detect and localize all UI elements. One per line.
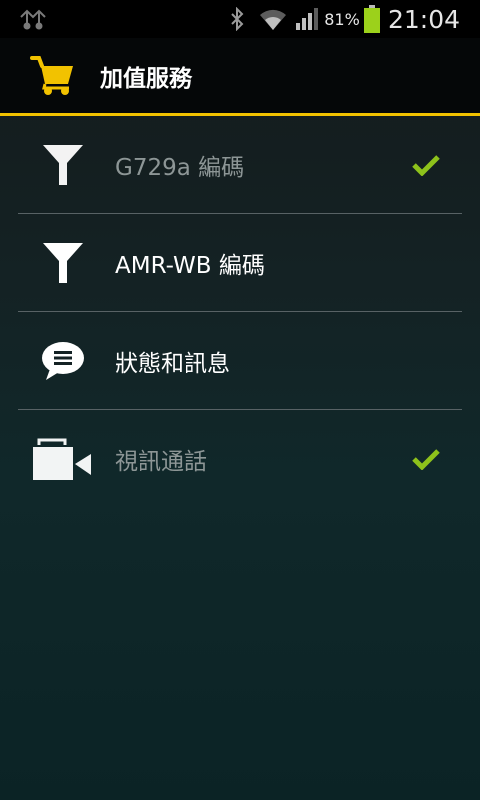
- services-list: G729a 編碼 AMR-WB 編碼 狀態和訊息 視訊通話: [0, 116, 480, 507]
- screen: 81% 21:04 加值服務 G729a 編碼 AMR-WB 編碼 狀態和訊息 …: [0, 0, 480, 800]
- bluetooth-icon: [226, 0, 248, 38]
- usb-icon: [16, 0, 50, 38]
- page-title: 加值服務: [100, 65, 192, 92]
- clock: 21:04: [388, 4, 461, 34]
- chat-bubble-icon: [30, 312, 96, 409]
- shopping-cart-icon[interactable]: [30, 54, 76, 98]
- list-item-video-call[interactable]: 視訊通話: [0, 410, 480, 507]
- list-item-amr-wb[interactable]: AMR-WB 編碼: [0, 214, 480, 311]
- list-item-g729a[interactable]: G729a 編碼: [0, 116, 480, 213]
- action-bar: 加值服務: [0, 38, 480, 116]
- list-item-status-messages[interactable]: 狀態和訊息: [0, 312, 480, 409]
- filter-icon: [30, 214, 96, 311]
- battery-percent: 81%: [324, 9, 360, 29]
- filter-icon: [30, 116, 96, 213]
- checkmark-icon: [408, 116, 444, 213]
- signal-icon: [294, 0, 322, 38]
- status-bar: 81% 21:04: [0, 0, 480, 38]
- battery-icon: [361, 0, 383, 38]
- checkmark-icon: [408, 410, 444, 507]
- video-camera-icon: [30, 410, 96, 507]
- wifi-icon: [258, 0, 288, 38]
- list-item-label: AMR-WB 編碼: [115, 252, 265, 279]
- list-item-label: 視訊通話: [115, 448, 207, 475]
- list-item-label: G729a 編碼: [115, 154, 245, 181]
- list-item-label: 狀態和訊息: [115, 350, 230, 377]
